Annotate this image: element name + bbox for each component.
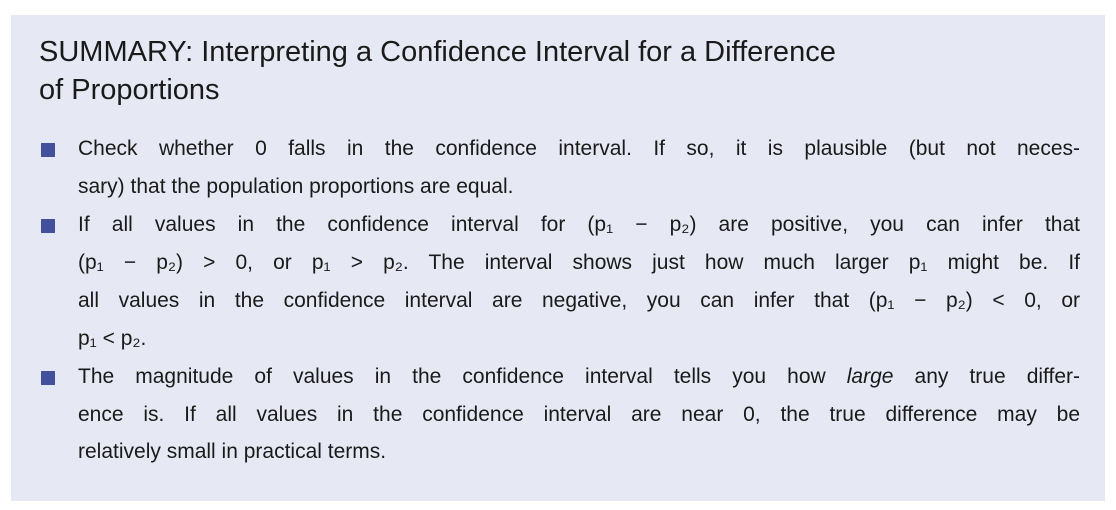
summary-title: SUMMARY: Interpreting a Confidence Inter… bbox=[39, 33, 836, 109]
bullet-2-line: (p₁ − p₂) > 0, or p₁ > p₂. The interval … bbox=[78, 251, 1080, 274]
bullet-1-line: Check whether 0 falls in the confidence … bbox=[78, 137, 1080, 160]
bullet-3-line: relatively small in practical terms. bbox=[78, 440, 387, 463]
bullet-3-line: The magnitude of values in the confidenc… bbox=[78, 362, 1080, 392]
text: any true differ- bbox=[893, 365, 1080, 388]
bullet-2-line: all values in the confidence interval ar… bbox=[78, 289, 1080, 312]
bullet-square-icon bbox=[41, 219, 55, 233]
text: The magnitude of values in the confidenc… bbox=[78, 365, 847, 388]
bullet-square-icon bbox=[41, 371, 55, 385]
emphasis: large bbox=[846, 365, 894, 388]
bullet-1-line: sary) that the population proportions ar… bbox=[78, 175, 514, 198]
bullet-2-line: p₁ < p₂. bbox=[78, 327, 147, 350]
title-line: of Proportions bbox=[39, 74, 220, 106]
bullet-2-line: If all values in the confidence interval… bbox=[78, 213, 1080, 236]
bullet-3-line: ence is. If all values in the confidence… bbox=[78, 403, 1080, 426]
title-line: SUMMARY: Interpreting a Confidence Inter… bbox=[39, 36, 836, 68]
bullet-square-icon bbox=[41, 143, 55, 157]
